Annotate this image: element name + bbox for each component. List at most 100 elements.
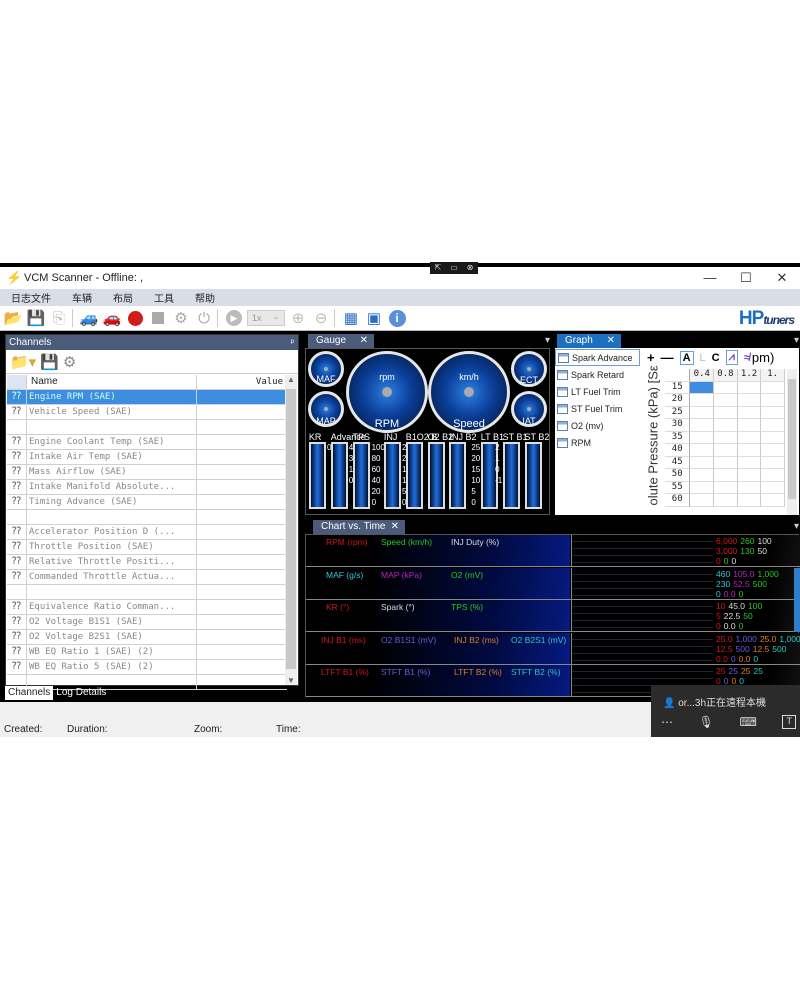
table-cell[interactable] xyxy=(737,494,762,507)
channel-row[interactable]: ⁇ Mass Airflow (SAE) xyxy=(7,465,287,480)
chart-plot-area[interactable]: KR (°) Spark (°) TPS (%) xyxy=(306,600,570,631)
microphone-icon[interactable]: 🎙 xyxy=(699,715,714,729)
table-cell[interactable] xyxy=(690,469,715,482)
table-cell[interactable] xyxy=(714,394,738,407)
table-cell[interactable] xyxy=(690,494,715,507)
table-cell[interactable] xyxy=(761,456,786,469)
table-list-item[interactable]: Spark Retard xyxy=(555,366,640,383)
close-chart-icon[interactable]: ✕ xyxy=(391,520,399,534)
channel-row[interactable] xyxy=(7,420,287,435)
menu-help[interactable]: 帮助 xyxy=(195,290,215,305)
decrease-button[interactable]: — xyxy=(661,350,674,365)
menu-vehicle[interactable]: 车辆 xyxy=(72,290,92,305)
table-cell[interactable] xyxy=(737,406,762,419)
channel-row[interactable]: ⁇ Commanded Throttle Actua... xyxy=(7,570,287,585)
chart-row[interactable]: KR (°) Spark (°) TPS (%) 10 45.0 100 5 22.5 50 0 0… xyxy=(306,600,800,632)
add-channel-gear-icon[interactable]: ⚙ xyxy=(63,353,76,371)
minimize-button[interactable]: — xyxy=(692,267,728,289)
chart-menu-icon[interactable]: ▾ xyxy=(786,520,799,534)
table-cell[interactable] xyxy=(761,431,786,444)
window-icon[interactable]: ▣ xyxy=(364,308,384,328)
close-gauge-icon[interactable]: ✕ xyxy=(360,334,368,348)
swap-axes-icon[interactable]: ≉ xyxy=(744,352,750,364)
chart-plot-area[interactable]: INJ B1 (ms) O2 B1S1 (mV) INJ B2 (ms) O2 B2S… xyxy=(306,632,570,664)
table-cell[interactable] xyxy=(690,394,715,407)
table-list-item[interactable]: Spark Advance xyxy=(555,349,640,366)
pin-icon[interactable]: ᵖ xyxy=(291,335,294,350)
connect-vehicle-icon[interactable]: 🚙 xyxy=(79,308,99,328)
table-cell[interactable] xyxy=(737,419,762,432)
play-button[interactable]: ▶ xyxy=(224,308,244,328)
table-cell[interactable] xyxy=(714,494,738,507)
scroll-thumb[interactable] xyxy=(286,389,296,669)
table-cell[interactable] xyxy=(737,394,762,407)
menu-layout[interactable]: 布局 xyxy=(113,290,133,305)
channel-row[interactable]: ⁇ Timing Advance (SAE) xyxy=(7,495,287,510)
table-cell[interactable] xyxy=(690,431,715,444)
mode-c-button[interactable]: C xyxy=(712,352,720,364)
chart-row[interactable]: RPM (rpm) Speed (km/h) INJ Duty (%) 6,000 26… xyxy=(306,535,800,567)
channel-row[interactable]: ⁇ Equivalence Ratio Comman... xyxy=(7,600,287,615)
table-cell[interactable] xyxy=(690,381,715,394)
graph-menu-icon[interactable]: ▾ xyxy=(786,334,799,348)
increase-button[interactable]: + xyxy=(647,350,655,365)
table-cell[interactable] xyxy=(690,481,715,494)
table-cell[interactable] xyxy=(761,419,786,432)
channel-row[interactable]: ⁇ O2 Voltage B1S1 (SAE) xyxy=(7,615,287,630)
table-cell[interactable] xyxy=(690,444,715,457)
screen-icon[interactable]: ▭ xyxy=(450,262,458,274)
channel-row[interactable]: ⁇ Intake Manifold Absolute... xyxy=(7,480,287,495)
table-cell[interactable] xyxy=(737,444,762,457)
table-cell[interactable] xyxy=(761,381,786,394)
table-list-item[interactable]: ST Fuel Trim xyxy=(555,400,640,417)
playback-speed-select[interactable]: 1x xyxy=(247,309,285,326)
table-cell[interactable] xyxy=(737,481,762,494)
table-cell[interactable] xyxy=(761,406,786,419)
table-cell[interactable] xyxy=(714,481,738,494)
table-cell[interactable] xyxy=(714,456,738,469)
gauge-menu-icon[interactable]: ▾ xyxy=(537,334,550,348)
save-channels-icon[interactable]: 💾 xyxy=(40,353,59,371)
power-icon[interactable]: ⏻ xyxy=(194,308,214,328)
channel-row[interactable]: ⁇ O2 Voltage B2S1 (SAE) xyxy=(7,630,287,645)
chart-row[interactable]: MAF (g/s) MAP (kPa) O2 (mV) 460 105.0 1,000 23… xyxy=(306,567,800,600)
text-icon[interactable]: T xyxy=(782,715,796,729)
table-cell[interactable] xyxy=(761,494,786,507)
mode-l-button[interactable]: L xyxy=(700,352,706,364)
channel-row[interactable] xyxy=(7,585,287,600)
chart-plot-area[interactable]: RPM (rpm) Speed (km/h) INJ Duty (%) xyxy=(306,535,570,566)
column-value[interactable]: Value xyxy=(197,375,287,389)
open-folder-icon[interactable]: 📂 xyxy=(3,308,23,328)
zoom-out-icon[interactable]: ⊖ xyxy=(311,308,331,328)
table-cell[interactable] xyxy=(737,456,762,469)
table-cell[interactable] xyxy=(714,431,738,444)
close-button[interactable]: ✕ xyxy=(764,267,800,289)
channel-row[interactable]: ⁇ Relative Throttle Positi... xyxy=(7,555,287,570)
channel-row[interactable]: ⁇ Engine RPM (SAE) xyxy=(7,390,287,405)
channel-row[interactable]: ⁇ Accelerator Position D (... xyxy=(7,525,287,540)
stop-button[interactable] xyxy=(148,308,168,328)
menu-tools[interactable]: 工具 xyxy=(154,290,174,305)
table-cell[interactable] xyxy=(714,419,738,432)
engine-icon[interactable]: ⚙ xyxy=(171,308,191,328)
table-cell[interactable] xyxy=(761,481,786,494)
maximize-button[interactable]: ☐ xyxy=(728,267,764,289)
table-cell[interactable] xyxy=(714,444,738,457)
table-cell[interactable] xyxy=(737,469,762,482)
table-scrollbar[interactable] xyxy=(787,369,797,515)
scroll-down-icon[interactable]: ▼ xyxy=(285,676,297,685)
record-button[interactable] xyxy=(125,308,145,328)
table-cell[interactable] xyxy=(714,381,738,394)
channel-row[interactable]: ⁇ Vehicle Speed (SAE) xyxy=(7,405,287,420)
info-icon[interactable]: i xyxy=(387,308,407,328)
keyboard-mouse-icon[interactable]: ⌨ xyxy=(740,715,757,729)
channel-row[interactable]: ⁇ WB EQ Ratio 1 (SAE) (2) xyxy=(7,645,287,660)
tab-graph[interactable]: Graph ✕ xyxy=(557,334,621,348)
table-cell[interactable] xyxy=(714,469,738,482)
table-list-item[interactable]: O2 (mv) xyxy=(555,417,640,434)
scroll-up-icon[interactable]: ▲ xyxy=(285,375,297,384)
table-cell[interactable] xyxy=(761,444,786,457)
channel-row[interactable]: ⁇ Engine Coolant Temp (SAE) xyxy=(7,435,287,450)
table-cell[interactable] xyxy=(737,381,762,394)
table-cell[interactable] xyxy=(714,406,738,419)
